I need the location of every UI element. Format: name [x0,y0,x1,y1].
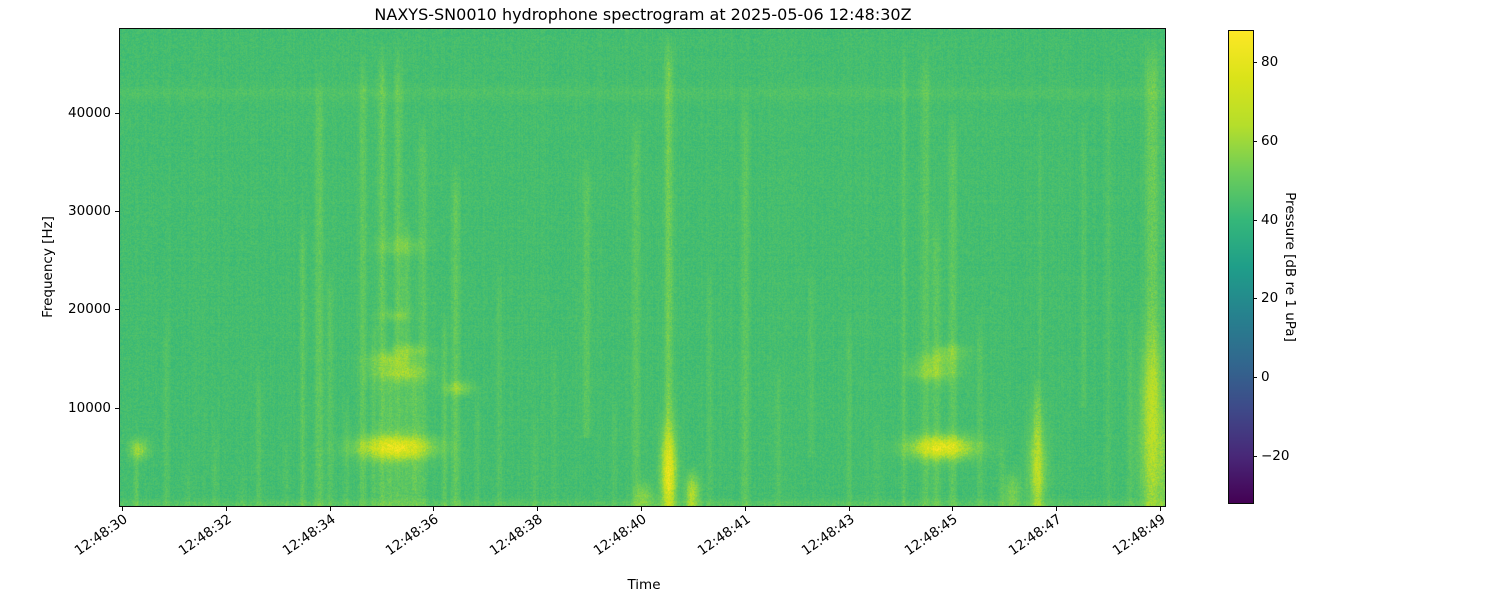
x-tick-label: 12:48:40 [590,511,650,560]
chart-title: NAXYS-SN0010 hydrophone spectrogram at 2… [374,5,912,24]
spectrogram-figure: NAXYS-SN0010 hydrophone spectrogram at 2… [0,0,1500,600]
tick-mark [115,211,119,212]
y-tick-label: 20000 [68,301,111,318]
tick-mark [122,507,123,511]
tick-mark [226,507,227,511]
colorbar-tick-label: 60 [1261,133,1279,150]
tick-mark [1253,456,1257,457]
tick-mark [641,507,642,511]
x-axis-label: Time [627,577,661,593]
tick-mark [745,507,746,511]
colorbar-label: Pressure [dB re 1 uPa] [1282,192,1298,342]
x-tick-label: 12:48:43 [798,511,858,560]
x-tick-label: 12:48:41 [694,511,754,560]
tick-mark [115,309,119,310]
spectrogram-canvas [120,29,1165,506]
y-tick-label: 10000 [68,399,111,416]
x-tick-label: 12:48:36 [383,511,442,560]
x-tick-label: 12:48:45 [902,511,961,560]
colorbar [1228,30,1254,504]
plot-area [119,28,1166,507]
x-tick-label: 12:48:49 [1109,511,1169,560]
tick-mark [1160,507,1161,511]
colorbar-tick-label: 80 [1261,54,1279,71]
y-tick-label: 40000 [68,104,111,121]
y-tick-label: 30000 [68,202,111,219]
tick-mark [433,507,434,511]
tick-mark [330,507,331,511]
tick-mark [115,113,119,114]
x-tick-label: 12:48:34 [279,511,339,560]
x-tick-label: 12:48:38 [486,511,546,560]
tick-mark [537,507,538,511]
tick-mark [952,507,953,511]
x-tick-label: 12:48:30 [71,511,131,560]
tick-mark [1056,507,1057,511]
tick-mark [1253,62,1257,63]
tick-mark [849,507,850,511]
y-axis-label: Frequency [Hz] [40,216,56,318]
colorbar-tick-label: 40 [1261,211,1279,228]
tick-mark [1253,377,1257,378]
x-tick-label: 12:48:47 [1005,511,1065,560]
colorbar-tick-label: −20 [1261,447,1290,464]
colorbar-tick-label: 20 [1261,290,1279,307]
x-tick-label: 12:48:32 [175,511,235,560]
tick-mark [1253,141,1257,142]
tick-mark [115,408,119,409]
colorbar-tick-label: 0 [1261,369,1270,386]
tick-mark [1253,298,1257,299]
tick-mark [1253,220,1257,221]
